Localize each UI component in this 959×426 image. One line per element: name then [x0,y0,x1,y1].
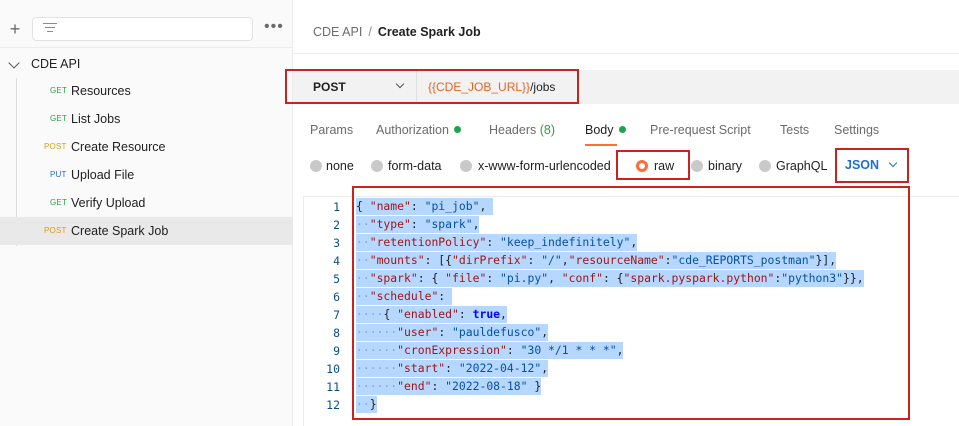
radio-label-urlencoded[interactable]: x-www-form-urlencoded [478,159,611,173]
method-value: POST [313,80,346,94]
filter-icon [43,23,57,35]
method-badge: POST [44,226,67,235]
method-badge: GET [50,198,68,207]
tab-label: Body [585,123,614,137]
request-item-resources[interactable]: GET Resources [0,77,293,105]
code-line: { "name": "pi_job", [356,198,494,215]
radio-label-raw[interactable]: raw [654,159,674,173]
method-select[interactable]: POST [293,70,417,104]
request-item-create-resource[interactable]: POST Create Resource [0,133,293,161]
tab-label: Authorization [376,123,449,137]
code-line: ··"retentionPolicy": "keep_indefinitely"… [356,234,638,251]
breadcrumb-separator: / [368,25,372,39]
request-name: Upload File [71,168,135,182]
line-number: 12 [326,398,340,412]
request-item-upload-file[interactable]: PUT Upload File [0,161,293,189]
line-number: 7 [333,308,340,322]
line-number: 5 [333,272,340,286]
url-input[interactable]: {{CDE_JOB_URL}}/jobs [417,70,959,104]
radio-raw[interactable] [636,160,648,172]
status-dot-icon [618,126,626,133]
request-item-verify-upload[interactable]: GET Verify Upload [0,189,293,217]
line-number: 2 [333,218,340,232]
tab-tests[interactable]: Tests [780,123,809,137]
body-type-selector: none form-data x-www-form-urlencoded raw… [293,152,959,180]
tab-label: Headers [489,123,537,137]
tab-headers[interactable]: Headers (8) [489,123,555,137]
headers-count: (8) [539,123,556,137]
request-name: List Jobs [71,112,121,126]
request-name: Verify Upload [71,196,146,210]
format-select[interactable]: JSON [845,158,879,172]
request-tabs: Params Authorization Headers (8) Body Pr… [293,118,959,146]
request-item-create-spark-job[interactable]: POST Create Spark Job [0,217,293,245]
breadcrumb-current[interactable]: Create Spark Job [378,25,481,39]
line-number: 1 [333,200,340,214]
radio-none[interactable] [310,160,322,172]
filter-input[interactable] [32,17,253,41]
url-path: /jobs [530,80,556,94]
radio-label-graphql[interactable]: GraphQL [776,159,827,173]
radio-label-form-data[interactable]: form-data [388,159,442,173]
code-line: ··} [356,396,377,413]
method-badge: PUT [50,170,67,179]
radio-binary[interactable] [691,160,703,172]
request-name: Create Spark Job [71,224,169,238]
code-line: ··"type": "spark", [356,216,480,233]
status-dot-icon [453,126,461,133]
code-line: ··"spark": { "file": "pi.py", "conf": {"… [356,270,864,287]
tab-authorization[interactable]: Authorization [376,123,461,137]
add-icon[interactable]: + [6,20,24,38]
line-number: 3 [333,236,340,250]
tab-settings[interactable]: Settings [834,123,879,137]
collection-row[interactable]: CDE API [0,50,293,78]
collection-name: CDE API [31,57,81,71]
code-line: ······"end": "2022-08-18" } [356,378,542,395]
request-item-list-jobs[interactable]: GET List Jobs [0,105,293,133]
chevron-down-icon [395,79,405,89]
radio-label-none[interactable]: none [326,159,354,173]
request-name: Create Resource [71,140,166,154]
request-editor: CDE API / Create Spark Job POST {{CDE_JOB_… [285,0,959,426]
radio-label-binary[interactable]: binary [708,159,742,173]
method-badge: POST [44,142,67,151]
sidebar: + ••• CDE API GET Resources GET List Job… [0,0,293,426]
code-line: ······"start": "2022-04-12", [356,360,549,377]
tab-body[interactable]: Body [585,123,626,137]
breadcrumb: CDE API / Create Spark Job [313,25,481,39]
code-line: ··"mounts": [{"dirPrefix": "/","resource… [356,252,837,269]
radio-graphql[interactable] [759,160,771,172]
url-variable: {{CDE_JOB_URL}} [428,80,531,94]
line-number: 6 [333,290,340,304]
divider [293,53,959,54]
line-number: 8 [333,326,340,340]
request-name: Resources [71,84,131,98]
more-options-icon[interactable]: ••• [264,19,284,37]
code-line: ····{ "enabled": true, [356,306,507,323]
chevron-down-icon[interactable] [8,57,20,69]
code-editor[interactable]: 1 2 3 4 5 6 7 8 9 10 11 12 { "name": "pi… [303,196,959,426]
active-tab-underline [585,144,617,146]
line-number: 10 [326,362,340,376]
line-number: 4 [333,254,340,268]
code-line: ··"schedule": [356,288,453,305]
tab-pre-request-script[interactable]: Pre-request Script [650,123,751,137]
breadcrumb-parent[interactable]: CDE API [313,25,362,39]
code-line: ······"cronExpression": "30 */1 * * *", [356,342,624,359]
code-line: ······"user": "pauldefusco", [356,324,549,341]
url-bar: POST {{CDE_JOB_URL}}/jobs [293,70,959,104]
sidebar-header: + ••• [0,0,293,48]
radio-form-data[interactable] [371,160,383,172]
method-badge: GET [50,114,68,123]
tab-params[interactable]: Params [310,123,353,137]
radio-urlencoded[interactable] [460,160,472,172]
line-number: 9 [333,344,340,358]
method-badge: GET [50,86,68,95]
chevron-down-icon[interactable] [888,158,898,168]
line-number: 11 [326,380,340,394]
